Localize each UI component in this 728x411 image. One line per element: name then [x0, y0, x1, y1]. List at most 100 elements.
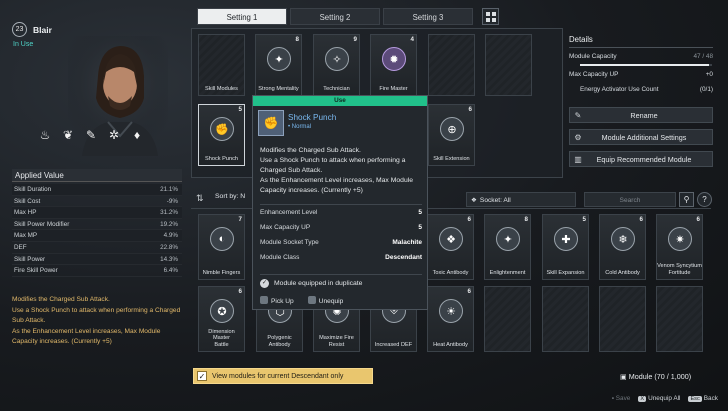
stat-row: Skill Cost -9%: [12, 196, 182, 208]
key-hint: Esc: [688, 396, 702, 402]
slot-name: Skill Modules: [205, 85, 238, 92]
equipped-slot[interactable]: 8 ✦ Strong Mentality: [255, 34, 302, 96]
footer-action[interactable]: X Unequip All: [638, 395, 680, 402]
inventory-module[interactable]: 6 ☀ Heat Antibody: [427, 286, 474, 352]
stat-row: Skill Duration 21.1%: [12, 184, 182, 196]
empty-inventory-slot: [599, 286, 646, 352]
chart-icon: ▥: [574, 154, 582, 164]
module-icon: ✷: [668, 227, 692, 251]
slot-cost: 6: [467, 288, 471, 295]
equipped-slot[interactable]: 6 ⊕ Skill Extension: [428, 104, 475, 166]
slot-cost: 6: [468, 106, 472, 113]
equipped-slot[interactable]: 4 ✹ Fire Master: [370, 34, 417, 96]
pick-up-action[interactable]: Pick Up: [260, 296, 294, 305]
help-icon[interactable]: ?: [697, 192, 712, 207]
slot-name: Toxic Antibody: [432, 269, 469, 276]
stat-value: 21.1%: [160, 186, 178, 193]
socket-filter-dropdown[interactable]: ❖ Socket: All: [466, 192, 576, 207]
slot-name: Heat Antibody: [433, 341, 468, 348]
inventory-module[interactable]: 7 ◐ Nimble Fingers: [198, 214, 245, 280]
equipped-slot[interactable]: 9 ✧ Technician: [313, 34, 360, 96]
capacity-bar: [580, 64, 712, 66]
stat-label: Skill Power: [14, 255, 46, 263]
gun-icon: ✎: [85, 128, 97, 142]
level-badge: 23: [12, 22, 27, 37]
tab-setting-1[interactable]: Setting 1: [197, 8, 287, 25]
inventory-module[interactable]: 6 ❄ Cold Antibody: [599, 214, 646, 280]
settings-icon: ⚙: [574, 132, 582, 142]
inventory-module[interactable]: 6 ✪ Dimension Master Battle: [198, 286, 245, 352]
check-icon: ✓: [260, 279, 269, 288]
tooltip-stat-label: Enhancement Level: [260, 209, 318, 216]
tooltip-module-tier: • Normal: [288, 124, 312, 130]
module-icon: ✪: [210, 299, 234, 323]
slot-cost: 6: [238, 288, 242, 295]
slot-name: Cold Antibody: [605, 269, 640, 276]
selected-module-description: Modifies the Charged Sub Attack. Use a S…: [12, 296, 181, 345]
search-input[interactable]: Search: [584, 192, 676, 207]
slot-cost: 6: [467, 216, 471, 223]
module-icon: ⊕: [440, 117, 464, 141]
stat-label: Max MP: [14, 232, 38, 240]
stat-value: 22.8%: [160, 243, 178, 251]
flame-icon: ♨: [39, 128, 51, 142]
footer-action[interactable]: Esc Back: [688, 395, 718, 402]
applied-stats-list: Skill Duration 21.1% Skill Cost -9% Max HP 31…: [12, 184, 182, 277]
tooltip-stat-label: Module Class: [260, 254, 300, 261]
stat-value: 14.3%: [160, 255, 178, 263]
stat-label: Skill Duration: [14, 186, 52, 193]
tooltip-stat-label: Module Socket Type: [260, 239, 319, 246]
module-capacity-row: Module Capacity 47 / 48: [569, 53, 713, 60]
sort-icon[interactable]: ⇅: [196, 193, 210, 206]
element-icons: ♨ ❦ ✎ ✲ ♦: [38, 128, 144, 142]
module-count: ▣ Module (70 / 1,000): [620, 372, 692, 381]
mouse-icon: [307, 296, 316, 304]
module-icon: ❄: [611, 227, 635, 251]
tab-setting-3[interactable]: Setting 3: [383, 8, 473, 25]
rename-button[interactable]: ✎ Rename: [569, 107, 713, 123]
inventory-module[interactable]: 5 ✚ Skill Expansion: [542, 214, 589, 280]
unequip-action[interactable]: Unequip: [307, 296, 343, 305]
current-descendant-toggle[interactable]: ✓ View modules for current Descendant on…: [193, 368, 373, 384]
inventory-module[interactable]: 8 ✦ Enlightenment: [484, 214, 531, 280]
equipped-slot[interactable]: [428, 34, 475, 96]
max-capacity-row: Max Capacity UP +0: [569, 71, 713, 78]
slot-name: Increased DEF: [374, 341, 413, 348]
stat-label: Skill Cost: [14, 197, 41, 205]
equipped-slot[interactable]: [485, 34, 532, 96]
mouse-icon: [260, 296, 268, 304]
stat-row: Max MP 4.9%: [12, 230, 182, 242]
inventory-module[interactable]: 6 ✷ Venom Syncytium Fortitude: [656, 214, 703, 280]
search-icon[interactable]: ⚲: [679, 192, 694, 207]
slot-name: Venom Syncytium Fortitude: [657, 263, 702, 276]
gear-icon: ✲: [108, 128, 120, 142]
tooltip-stat-row: Max Capacity UP 5: [260, 224, 422, 231]
energy-label: Energy Activator Use Count: [580, 86, 659, 93]
applied-value-title: Applied Value: [12, 169, 182, 182]
tooltip-stat-label: Max Capacity UP: [260, 224, 311, 231]
max-cap-value: +0: [705, 71, 713, 78]
equipped-slot[interactable]: 5 ✊ Shock Punch: [198, 104, 245, 166]
module-icon: ✦: [267, 47, 291, 71]
tooltip-actions: Pick Up Unequip: [260, 296, 343, 305]
tooltip-header: Use: [253, 96, 427, 106]
equipped-slot[interactable]: Skill Modules: [198, 34, 245, 96]
slot-name: Strong Mentality: [258, 85, 299, 92]
slot-cost: 4: [410, 36, 414, 43]
module-icon: ◐: [210, 227, 234, 251]
checkbox[interactable]: ✓: [197, 371, 207, 381]
stat-label: Fire Skill Power: [14, 267, 58, 275]
empty-inventory-slot: [542, 286, 589, 352]
tab-setting-2[interactable]: Setting 2: [290, 8, 380, 25]
tooltip-description: Modifies the Charged Sub Attack. Use a S…: [260, 147, 414, 194]
module-additional-settings-button[interactable]: ⚙ Module Additional Settings: [569, 129, 713, 145]
tooltip-stat-value: Malachite: [392, 239, 422, 246]
sort-by-dropdown[interactable]: Sort by: N: [215, 193, 245, 200]
energy-value: (0/1): [699, 86, 713, 93]
grid-view-icon[interactable]: [482, 8, 499, 25]
character-header: 23 Blair: [12, 22, 52, 37]
equip-recommended-button[interactable]: ▥ Equip Recommended Module: [569, 151, 713, 167]
inventory-module[interactable]: 6 ❖ Toxic Antibody: [427, 214, 474, 280]
footer-action[interactable]: ▪ Save: [612, 395, 631, 402]
stat-row: Skill Power Modifier 19.2%: [12, 219, 182, 231]
